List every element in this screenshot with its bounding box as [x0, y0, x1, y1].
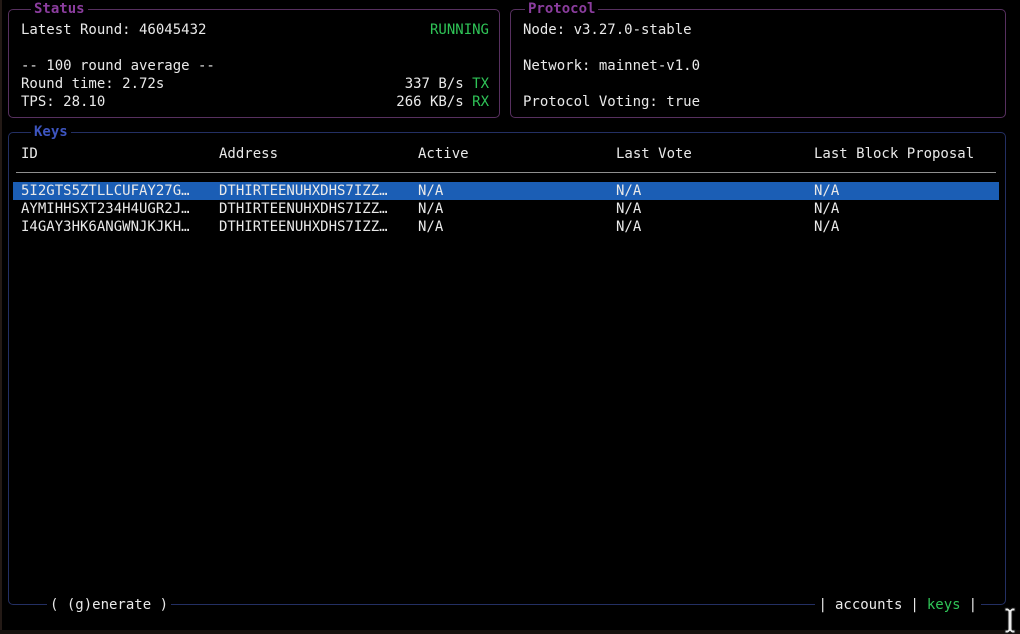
- round-time-text: Round time: 2.72s: [21, 75, 164, 93]
- spacer: [523, 39, 995, 57]
- status-panel: Status Latest Round: 46045432 RUNNING --…: [8, 9, 500, 118]
- table-row[interactable]: AYMIHHSXT234H4UGR2J… DTHIRTEENUHXDHS7IZZ…: [13, 200, 999, 218]
- protocol-line-voting: Protocol Voting: true: [523, 93, 995, 111]
- tx-rate: 337 B/s TX: [405, 75, 489, 93]
- status-line-tps: TPS: 28.10 266 KB/s RX: [21, 93, 489, 111]
- protocol-line-node: Node: v3.27.0-stable: [523, 21, 995, 39]
- average-header-text: -- 100 round average --: [21, 57, 215, 75]
- keys-panel-title: Keys: [31, 123, 71, 141]
- status-line-average-header: -- 100 round average --: [21, 57, 489, 75]
- rx-rate-label: RX: [472, 94, 489, 110]
- protocol-line-network: Network: mainnet-v1.0: [523, 57, 995, 75]
- window-edge-left: [0, 0, 2, 634]
- table-row[interactable]: I4GAY3HK6ANGWNJKJKH… DTHIRTEENUHXDHS7IZZ…: [13, 218, 999, 236]
- latest-round-text: Latest Round: 46045432: [21, 21, 206, 39]
- tab-keys[interactable]: keys: [919, 597, 969, 613]
- cell-active: N/A: [418, 200, 616, 218]
- generate-button[interactable]: ( (g)enerate ): [47, 596, 171, 614]
- protocol-voting-text: Protocol Voting: true: [523, 93, 700, 111]
- cell-active: N/A: [418, 182, 616, 200]
- column-header-address: Address: [219, 145, 418, 163]
- spacer: [21, 39, 489, 57]
- running-status-badge: RUNNING: [430, 21, 489, 39]
- cell-id: 5I2GTS5ZTLLCUFAY27G…: [21, 182, 219, 200]
- column-header-id: ID: [21, 145, 219, 163]
- cell-address: DTHIRTEENUHXDHS7IZZ…: [219, 200, 418, 218]
- tab-separator: |: [910, 597, 918, 613]
- cell-address: DTHIRTEENUHXDHS7IZZ…: [219, 218, 418, 236]
- node-version-text: Node: v3.27.0-stable: [523, 21, 692, 39]
- cell-last-block-proposal: N/A: [814, 200, 999, 218]
- status-line-round-time: Round time: 2.72s 337 B/s TX: [21, 75, 489, 93]
- tps-text: TPS: 28.10: [21, 93, 105, 111]
- cell-last-vote: N/A: [616, 182, 814, 200]
- ibeam-cursor-icon: [1001, 607, 1019, 634]
- keys-panel: Keys ID Address Active Last Vote Last Bl…: [8, 132, 1006, 605]
- network-text: Network: mainnet-v1.0: [523, 57, 700, 75]
- cell-last-vote: N/A: [616, 218, 814, 236]
- tx-rate-value: 337 B/s: [405, 76, 464, 92]
- keys-table-body: 5I2GTS5ZTLLCUFAY27G… DTHIRTEENUHXDHS7IZZ…: [13, 182, 999, 236]
- keys-table-header: ID Address Active Last Vote Last Block P…: [13, 145, 999, 163]
- column-header-last-vote: Last Vote: [616, 145, 814, 163]
- cell-last-block-proposal: N/A: [814, 218, 999, 236]
- rx-rate: 266 KB/s RX: [396, 93, 489, 111]
- status-line-latest-round: Latest Round: 46045432 RUNNING: [21, 21, 489, 39]
- rx-rate-value: 266 KB/s: [396, 94, 463, 110]
- protocol-panel: Protocol Node: v3.27.0-stable Network: m…: [510, 9, 1006, 118]
- header-separator: [16, 172, 996, 173]
- status-panel-title: Status: [31, 0, 88, 18]
- column-header-last-block-proposal: Last Block Proposal: [814, 145, 999, 163]
- table-row[interactable]: 5I2GTS5ZTLLCUFAY27G… DTHIRTEENUHXDHS7IZZ…: [13, 182, 999, 200]
- window-edge-bottom: [0, 630, 1020, 634]
- tab-separator: |: [969, 597, 977, 613]
- cell-address: DTHIRTEENUHXDHS7IZZ…: [219, 182, 418, 200]
- tab-accounts[interactable]: accounts: [827, 597, 910, 613]
- footer-tabs: |accounts|keys|: [815, 596, 981, 614]
- cell-id: AYMIHHSXT234H4UGR2J…: [21, 200, 219, 218]
- protocol-panel-title: Protocol: [525, 0, 598, 18]
- cell-last-vote: N/A: [616, 200, 814, 218]
- tab-separator: |: [819, 597, 827, 613]
- cell-active: N/A: [418, 218, 616, 236]
- spacer: [523, 75, 995, 93]
- column-header-active: Active: [418, 145, 616, 163]
- cell-id: I4GAY3HK6ANGWNJKJKH…: [21, 218, 219, 236]
- tx-rate-label: TX: [472, 76, 489, 92]
- cell-last-block-proposal: N/A: [814, 182, 999, 200]
